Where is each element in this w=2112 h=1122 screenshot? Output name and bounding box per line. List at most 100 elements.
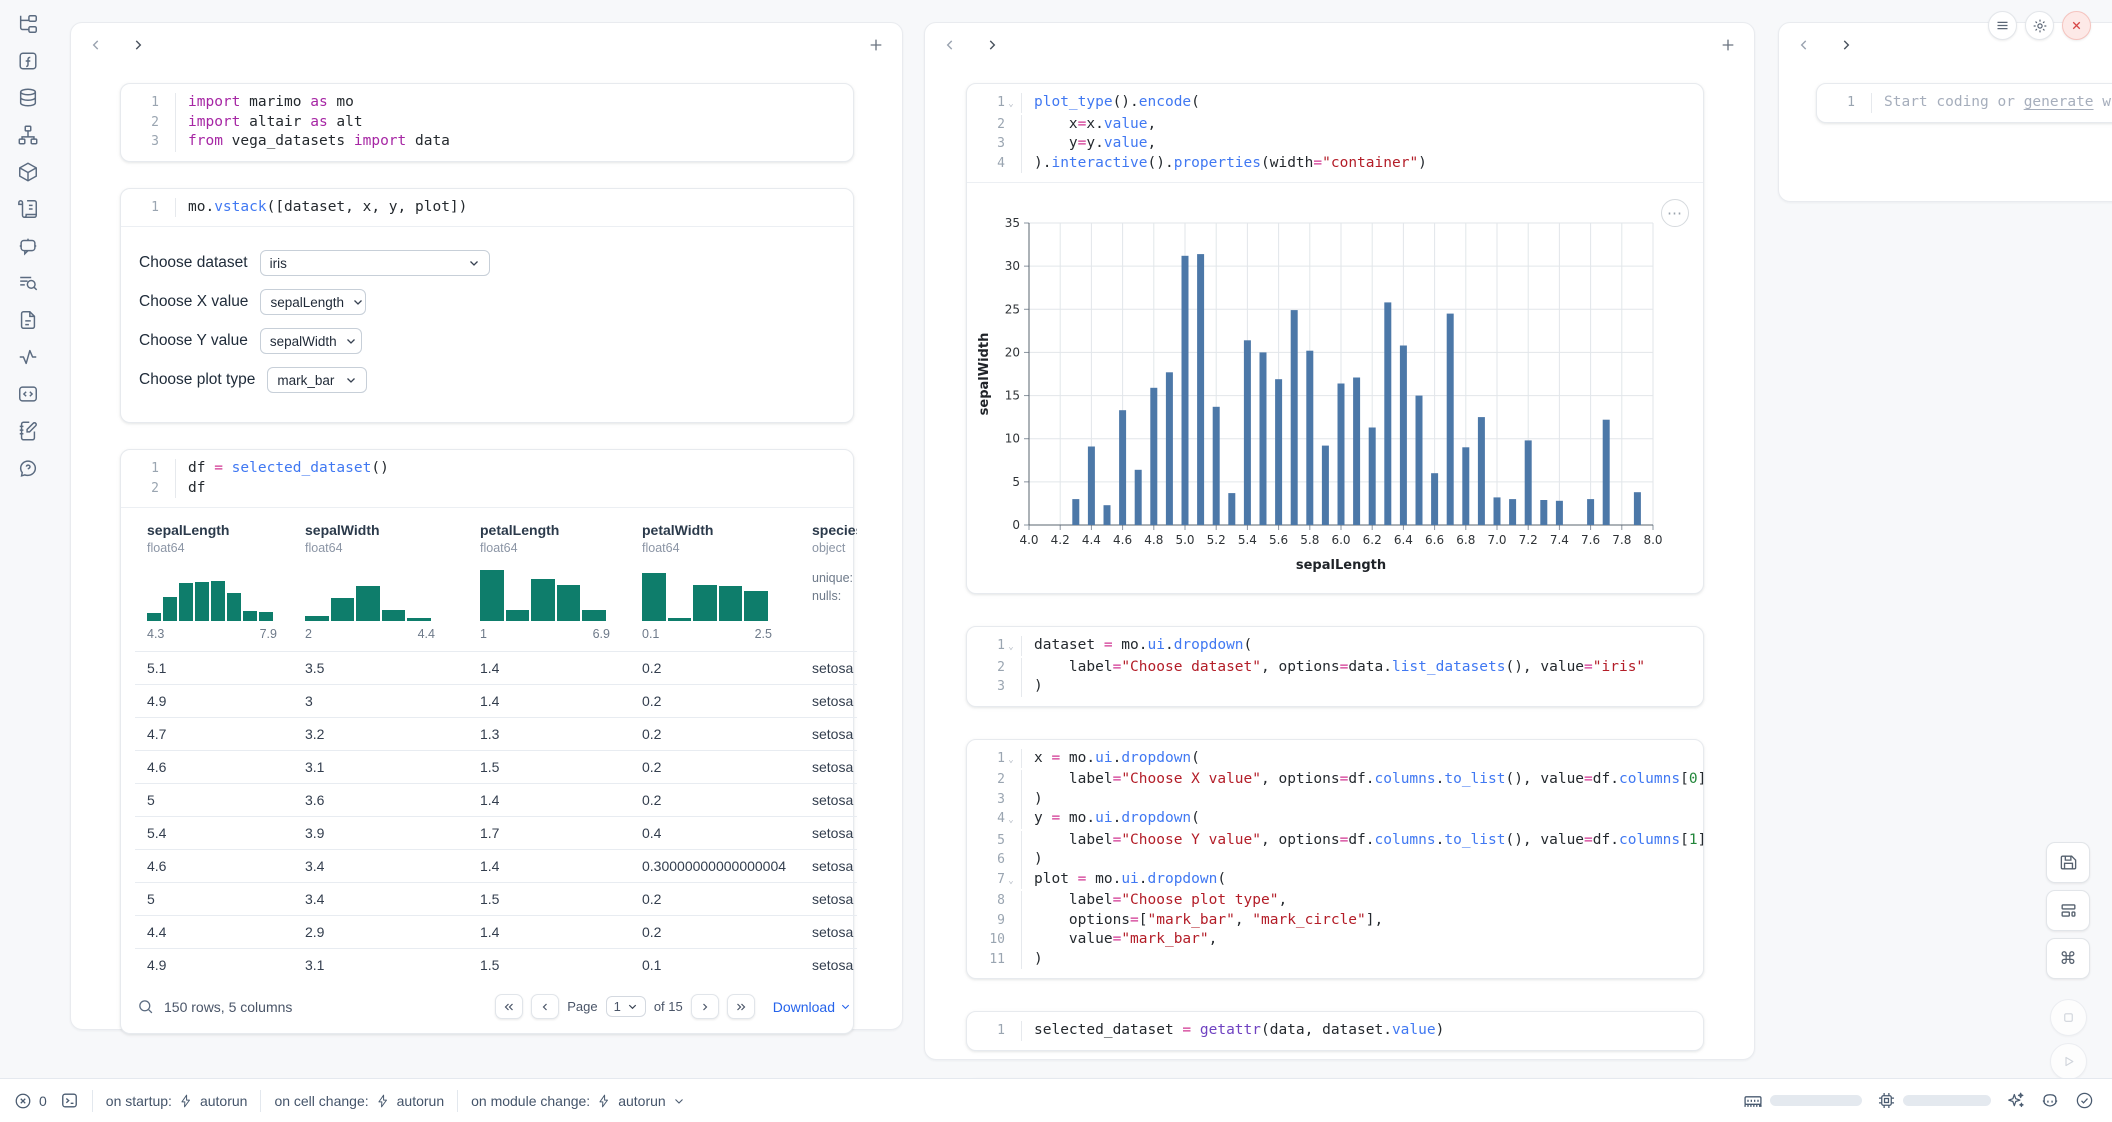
code-editor[interactable]: 1selected_dataset = getattr(data, datase… bbox=[967, 1012, 1703, 1050]
bar[interactable] bbox=[1088, 447, 1095, 526]
bar[interactable] bbox=[1462, 447, 1469, 525]
column-forward-icon[interactable] bbox=[131, 38, 145, 52]
bar[interactable] bbox=[1072, 499, 1079, 525]
table-row[interactable]: 5.43.91.70.4setosa bbox=[135, 816, 857, 849]
column-header[interactable]: sepalWidthfloat6424.4 bbox=[293, 522, 468, 641]
column-forward-icon[interactable] bbox=[985, 38, 999, 52]
bar[interactable] bbox=[1447, 314, 1454, 525]
dropdown-select[interactable]: iris bbox=[260, 250, 490, 276]
table-row[interactable]: 53.61.40.2setosa bbox=[135, 783, 857, 816]
menu-button[interactable] bbox=[1988, 11, 2017, 40]
table-row[interactable]: 53.41.50.2setosa bbox=[135, 882, 857, 915]
bar[interactable] bbox=[1338, 384, 1345, 526]
bar[interactable] bbox=[1197, 254, 1204, 525]
search-icon[interactable] bbox=[137, 998, 154, 1015]
bar[interactable] bbox=[1228, 493, 1235, 525]
table-row[interactable]: 4.931.40.2setosa bbox=[135, 684, 857, 717]
ai-chat-icon[interactable] bbox=[16, 234, 40, 258]
connection-status[interactable] bbox=[2075, 1091, 2094, 1110]
errors-indicator[interactable]: 0 bbox=[14, 1092, 47, 1110]
dependencies-icon[interactable] bbox=[16, 123, 40, 147]
doc-search-icon[interactable] bbox=[16, 271, 40, 295]
table-row[interactable]: 4.42.91.40.2setosa bbox=[135, 915, 857, 948]
column-back-icon[interactable] bbox=[89, 38, 103, 52]
next-page-button[interactable] bbox=[691, 994, 719, 1019]
code-editor[interactable]: 1df = selected_dataset()2df bbox=[121, 450, 853, 507]
column-header[interactable]: speciesobjectunique:nulls: bbox=[800, 522, 857, 641]
first-page-button[interactable] bbox=[495, 994, 523, 1019]
table-row[interactable]: 5.13.51.40.2setosa bbox=[135, 651, 857, 684]
bar[interactable] bbox=[1400, 346, 1407, 526]
scratchpad-icon[interactable] bbox=[16, 419, 40, 443]
code-window-icon[interactable] bbox=[16, 382, 40, 406]
column-back-icon[interactable] bbox=[943, 38, 957, 52]
dropdown-select[interactable]: sepalLength bbox=[260, 289, 366, 315]
fold-icon[interactable]: ⌄ bbox=[1005, 870, 1017, 892]
bar[interactable] bbox=[1353, 378, 1360, 526]
tracing-icon[interactable] bbox=[16, 345, 40, 369]
bar[interactable] bbox=[1135, 470, 1142, 525]
prev-page-button[interactable] bbox=[531, 994, 559, 1019]
fold-icon[interactable]: ⌄ bbox=[1005, 749, 1017, 771]
fold-icon[interactable]: ⌄ bbox=[1005, 809, 1017, 831]
settings-button[interactable] bbox=[2025, 11, 2054, 40]
fold-icon[interactable]: ⌄ bbox=[1005, 93, 1017, 115]
bar[interactable] bbox=[1213, 407, 1220, 525]
snippets-icon[interactable] bbox=[16, 308, 40, 332]
download-button[interactable]: Download bbox=[773, 999, 851, 1015]
bar[interactable] bbox=[1431, 473, 1438, 525]
bar[interactable] bbox=[1494, 497, 1501, 525]
bar[interactable] bbox=[1384, 302, 1391, 525]
column-histogram[interactable] bbox=[147, 567, 273, 621]
on-startup-setting[interactable]: on startup: autorun bbox=[106, 1093, 248, 1109]
code-editor[interactable]: 1⌄x = mo.ui.dropdown(2 label="Choose X v… bbox=[967, 740, 1703, 979]
column-back-icon[interactable] bbox=[1797, 38, 1811, 52]
bar[interactable] bbox=[1322, 446, 1329, 525]
close-button[interactable] bbox=[2062, 11, 2091, 40]
bar[interactable] bbox=[1244, 340, 1251, 525]
database-icon[interactable] bbox=[16, 86, 40, 110]
dropdown-select[interactable]: mark_bar bbox=[267, 367, 367, 393]
dropdown-select[interactable]: sepalWidth bbox=[260, 328, 362, 354]
column-header[interactable]: sepalLengthfloat644.37.9 bbox=[135, 522, 293, 641]
on-cell-change-setting[interactable]: on cell change: autorun bbox=[274, 1093, 444, 1109]
cpu-usage[interactable] bbox=[1877, 1091, 1991, 1110]
code-editor[interactable]: 1mo.vstack([dataset, x, y, plot]) bbox=[121, 189, 853, 227]
generate-link[interactable]: generate bbox=[2024, 94, 2094, 110]
terminal-button[interactable] bbox=[60, 1091, 79, 1110]
bar[interactable] bbox=[1634, 492, 1641, 525]
package-icon[interactable] bbox=[16, 160, 40, 184]
help-icon[interactable] bbox=[16, 456, 40, 480]
bar[interactable] bbox=[1369, 428, 1376, 526]
copilot-button[interactable] bbox=[2040, 1091, 2060, 1111]
bar[interactable] bbox=[1587, 499, 1594, 525]
column-histogram[interactable] bbox=[305, 567, 431, 621]
fold-icon[interactable]: ⌄ bbox=[1005, 636, 1017, 658]
stop-button[interactable] bbox=[2050, 999, 2087, 1036]
bar[interactable] bbox=[1306, 351, 1313, 525]
table-row[interactable]: 4.93.11.50.1setosa bbox=[135, 948, 857, 981]
page-select[interactable]: 1 bbox=[606, 996, 646, 1017]
table-row[interactable]: 4.73.21.30.2setosa bbox=[135, 717, 857, 750]
add-cell-icon[interactable] bbox=[1720, 37, 1736, 53]
bar[interactable] bbox=[1182, 256, 1189, 525]
ai-assist-button[interactable] bbox=[2006, 1091, 2025, 1110]
bar[interactable] bbox=[1416, 396, 1423, 525]
table-row[interactable]: 4.63.41.40.30000000000000004setosa bbox=[135, 849, 857, 882]
code-editor[interactable]: 1⌄dataset = mo.ui.dropdown(2 label="Choo… bbox=[967, 627, 1703, 706]
bar[interactable] bbox=[1275, 379, 1282, 525]
add-cell-icon[interactable] bbox=[868, 37, 884, 53]
chart-options-icon[interactable]: ⋯ bbox=[1661, 199, 1689, 227]
run-button[interactable] bbox=[2050, 1043, 2087, 1080]
column-histogram[interactable] bbox=[642, 567, 768, 621]
bar[interactable] bbox=[1478, 417, 1485, 525]
bar[interactable] bbox=[1166, 372, 1173, 525]
bar[interactable] bbox=[1525, 440, 1532, 525]
code-editor[interactable]: 1⌄plot_type().encode(2 x=x.value,3 y=y.v… bbox=[967, 84, 1703, 182]
bar[interactable] bbox=[1119, 410, 1126, 525]
bar[interactable] bbox=[1540, 500, 1547, 525]
code-editor[interactable]: 1 Start coding or generate with bbox=[1817, 84, 2112, 122]
bar[interactable] bbox=[1260, 352, 1267, 525]
column-histogram[interactable] bbox=[480, 567, 606, 621]
bar[interactable] bbox=[1603, 420, 1610, 525]
